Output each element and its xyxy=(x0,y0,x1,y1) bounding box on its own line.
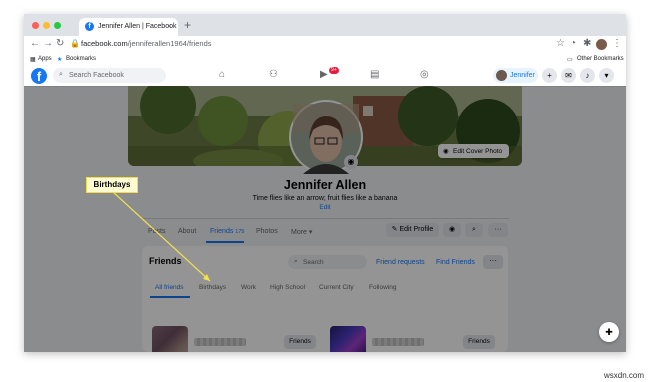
watermark: wsxdn.com xyxy=(603,371,644,380)
birthdays-callout: Birthdays xyxy=(86,177,138,193)
